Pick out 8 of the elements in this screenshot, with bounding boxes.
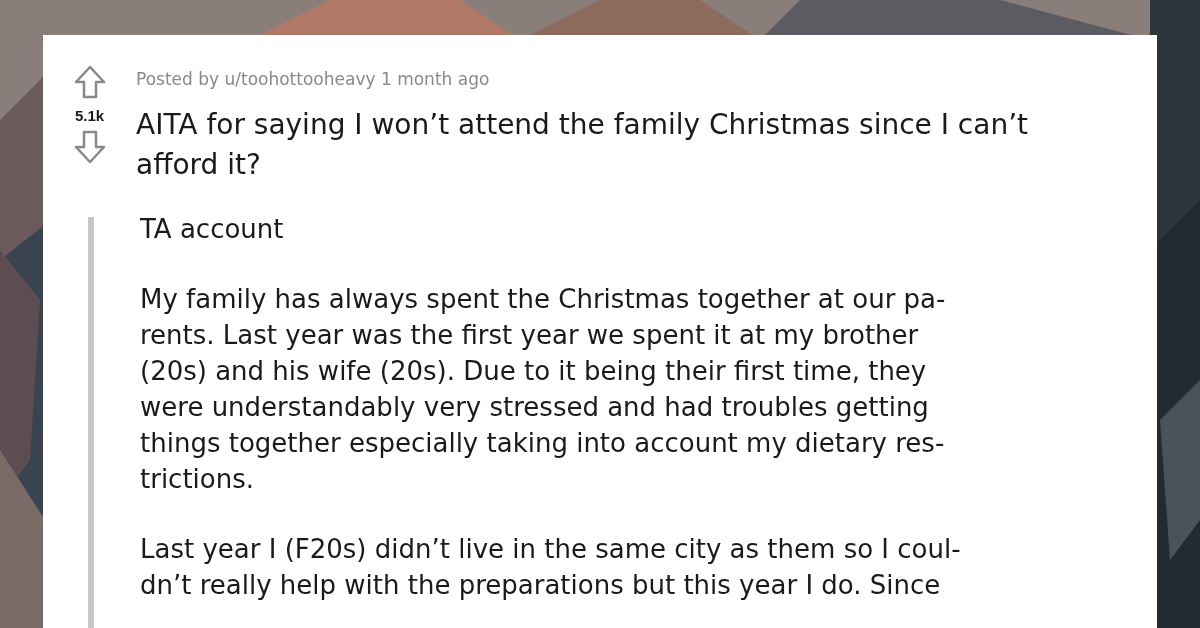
body-paragraph: Last year I (F20s) didn’t live in the same city as them so I coul- dn’t really help with the preparations but this year I do. Since <box>140 533 962 602</box>
vote-score: 5.1k <box>74 107 105 124</box>
post-meta: Posted by u/toohottooheavy 1 month ago <box>136 68 491 91</box>
downvote-arrow-icon[interactable] <box>72 130 107 164</box>
body-paragraph: TA account <box>140 213 285 246</box>
body-paragraph: My family has always spent the Christmas together at our pa- rents. Last year was the first year we spent it at my brother (20s) and his wife (20s). Due to it being their first time, they were understandably very stressed and had troubles getting things together especially taking into account my dietary res- trictions. <box>140 283 947 496</box>
upvote-arrow-icon[interactable] <box>72 65 107 99</box>
post-title: AITA for saying I won’t attend the family Christmas since I can’t afford it? <box>136 107 1029 183</box>
